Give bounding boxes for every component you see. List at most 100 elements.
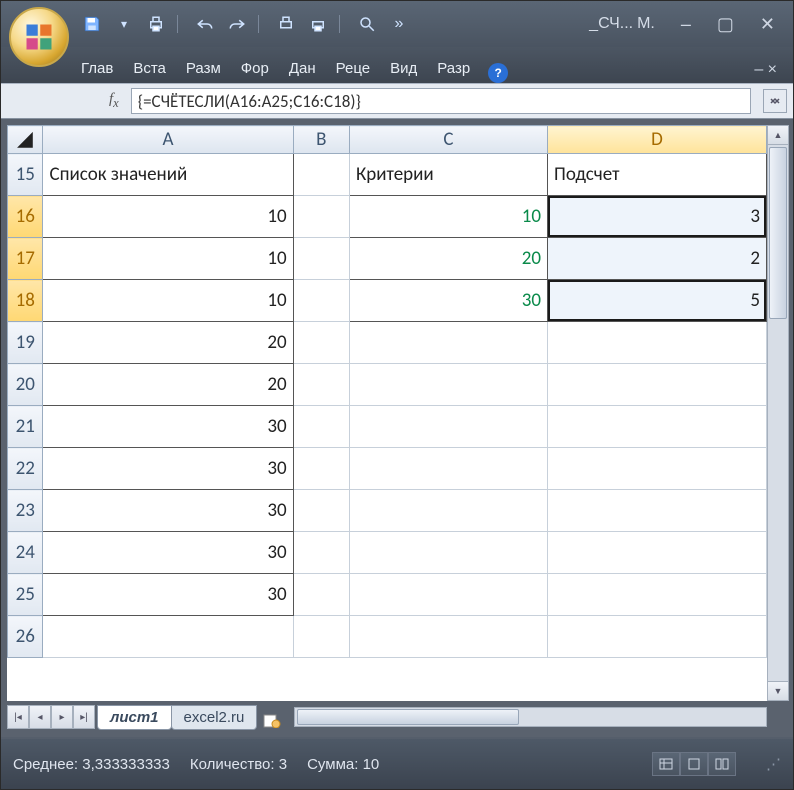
cell-d17[interactable]: 2	[548, 238, 767, 280]
cell-b26[interactable]	[293, 616, 349, 658]
tab-developer[interactable]: Разр	[429, 54, 478, 83]
col-header-b[interactable]: B	[293, 126, 349, 154]
row-header[interactable]: 18	[8, 280, 43, 322]
cell-d24[interactable]	[548, 532, 767, 574]
cell-c20[interactable]	[349, 364, 547, 406]
cell-b22[interactable]	[293, 448, 349, 490]
horizontal-scroll-thumb[interactable]	[297, 709, 519, 725]
print-preview-icon[interactable]	[275, 13, 297, 35]
formula-input[interactable]: {=СЧЁТЕСЛИ(A16:A25;C16:C18)}	[131, 88, 751, 114]
row-header[interactable]: 21	[8, 406, 43, 448]
grid[interactable]: ◢ A B C D 15Список значений КритерииПодсч…	[7, 125, 767, 658]
first-sheet-icon[interactable]: |◂	[7, 705, 29, 729]
cell-b24[interactable]	[293, 532, 349, 574]
save-dropdown-icon[interactable]: ▾	[113, 13, 135, 35]
row-header[interactable]: 17	[8, 238, 43, 280]
cell-a26[interactable]	[43, 616, 293, 658]
resize-grip-icon[interactable]: ⋰	[766, 755, 781, 773]
fx-icon[interactable]: fx	[105, 91, 123, 111]
office-button[interactable]	[9, 7, 69, 67]
last-sheet-icon[interactable]: ▸|	[73, 705, 95, 729]
next-sheet-icon[interactable]: ▸	[51, 705, 73, 729]
tab-view[interactable]: Вид	[382, 54, 425, 83]
page-layout-view-icon[interactable]	[680, 752, 708, 776]
cell-d21[interactable]	[548, 406, 767, 448]
normal-view-icon[interactable]	[652, 752, 680, 776]
horizontal-scroll-track[interactable]	[294, 707, 767, 727]
scroll-up-icon[interactable]: ▲	[768, 126, 788, 145]
help-icon[interactable]: ?	[488, 63, 508, 83]
row-header[interactable]: 23	[8, 490, 43, 532]
prev-sheet-icon[interactable]: ◂	[29, 705, 51, 729]
cell-a25[interactable]: 30	[43, 574, 293, 616]
cell-b25[interactable]	[293, 574, 349, 616]
cell-c25[interactable]	[349, 574, 547, 616]
cell-d26[interactable]	[548, 616, 767, 658]
cell-c19[interactable]	[349, 322, 547, 364]
cell-a20[interactable]: 20	[43, 364, 293, 406]
cell-b19[interactable]	[293, 322, 349, 364]
tab-home[interactable]: Глав	[73, 54, 121, 83]
find-icon[interactable]	[356, 13, 378, 35]
sheet-tab-1[interactable]: лист1	[97, 705, 172, 730]
maximize-button[interactable]: ▢	[707, 14, 744, 35]
row-header[interactable]: 22	[8, 448, 43, 490]
cell-c15[interactable]: Критерии	[349, 154, 547, 196]
cell-d25[interactable]	[548, 574, 767, 616]
undo-icon[interactable]	[194, 13, 216, 35]
cell-a18[interactable]: 10	[43, 280, 293, 322]
tab-review[interactable]: Реце	[328, 54, 378, 83]
col-header-a[interactable]: A	[43, 126, 293, 154]
cell-c17[interactable]: 20	[349, 238, 547, 280]
cell-d23[interactable]	[548, 490, 767, 532]
new-sheet-icon[interactable]	[260, 712, 284, 730]
cell-d22[interactable]	[548, 448, 767, 490]
row-header[interactable]: 24	[8, 532, 43, 574]
cell-d19[interactable]	[548, 322, 767, 364]
cell-b16[interactable]	[293, 196, 349, 238]
select-all-corner[interactable]: ◢	[8, 126, 43, 154]
print-icon[interactable]	[307, 13, 329, 35]
row-header[interactable]: 20	[8, 364, 43, 406]
cell-a21[interactable]: 30	[43, 406, 293, 448]
qat-more-icon[interactable]: »	[388, 13, 410, 35]
cell-c16[interactable]: 10	[349, 196, 547, 238]
row-header[interactable]: 16	[8, 196, 43, 238]
cell-b21[interactable]	[293, 406, 349, 448]
tab-formulas[interactable]: Фор	[233, 54, 277, 83]
cell-a16[interactable]: 10	[43, 196, 293, 238]
redo-icon[interactable]	[226, 13, 248, 35]
cell-c23[interactable]	[349, 490, 547, 532]
vertical-scrollbar[interactable]: ▲ ▼	[767, 125, 789, 701]
minimize-button[interactable]: –	[671, 14, 701, 35]
cell-d20[interactable]	[548, 364, 767, 406]
col-header-d[interactable]: D	[548, 126, 767, 154]
cell-d15[interactable]: Подсчет	[548, 154, 767, 196]
row-header[interactable]: 25	[8, 574, 43, 616]
cell-d18[interactable]: 5	[548, 280, 767, 322]
sheet-tab-2[interactable]: excel2.ru	[171, 705, 258, 730]
tab-layout[interactable]: Разм	[178, 54, 229, 83]
col-header-c[interactable]: C	[349, 126, 547, 154]
quick-print-icon[interactable]	[145, 13, 167, 35]
cell-b23[interactable]	[293, 490, 349, 532]
cell-a22[interactable]: 30	[43, 448, 293, 490]
cell-b15[interactable]	[293, 154, 349, 196]
cell-c21[interactable]	[349, 406, 547, 448]
ribbon-minimize-icon[interactable]: – ×	[748, 57, 783, 83]
cell-a19[interactable]: 20	[43, 322, 293, 364]
cell-c26[interactable]	[349, 616, 547, 658]
scroll-down-icon[interactable]: ▼	[768, 681, 788, 700]
tab-insert[interactable]: Вста	[125, 54, 174, 83]
save-icon[interactable]	[81, 13, 103, 35]
cell-a24[interactable]: 30	[43, 532, 293, 574]
scroll-thumb[interactable]	[769, 147, 787, 319]
cell-d16[interactable]: 3	[548, 196, 767, 238]
cell-a15[interactable]: Список значений	[43, 154, 293, 196]
cell-c22[interactable]	[349, 448, 547, 490]
cell-b20[interactable]	[293, 364, 349, 406]
scroll-track[interactable]	[768, 145, 788, 681]
cell-c18[interactable]: 30	[349, 280, 547, 322]
row-header[interactable]: 15	[8, 154, 43, 196]
close-button[interactable]: ✕	[750, 14, 785, 35]
